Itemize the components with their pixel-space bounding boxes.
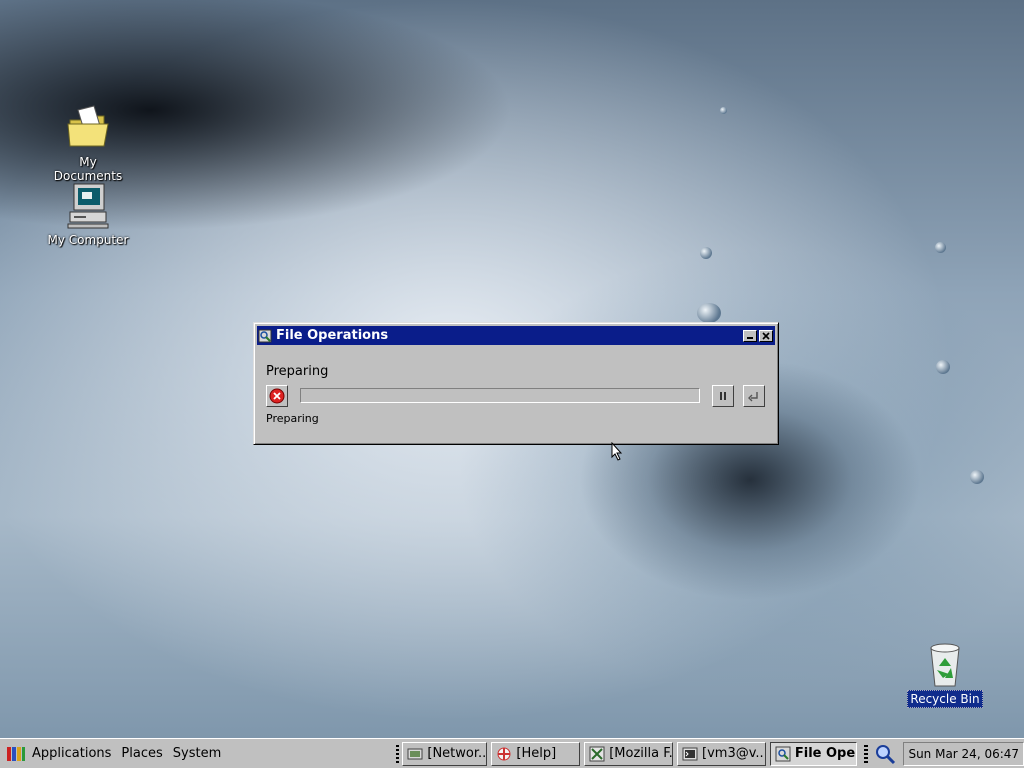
operation-heading: Preparing [266, 364, 329, 379]
file-manager-icon [258, 329, 272, 342]
taskbar-clock[interactable]: Sun Mar 24, 06:47 [903, 741, 1024, 766]
task-network[interactable]: [Networ... [402, 741, 488, 766]
search-button[interactable] [871, 742, 900, 766]
minimize-icon [747, 336, 753, 339]
task-file-operations[interactable]: File Oper... [769, 741, 857, 766]
water-drop [720, 107, 727, 114]
clock-text: Sun Mar 24, 06:47 [908, 746, 1020, 761]
desktop-icon-label: My Documents [53, 155, 123, 183]
desktop-icon-recycle-bin[interactable]: Recycle Bin [900, 640, 990, 708]
task-label: [vm3@v... [702, 746, 766, 761]
places-menu[interactable]: Places [116, 742, 167, 766]
applications-menu[interactable]: Applications [0, 742, 116, 766]
browser-icon [589, 746, 605, 761]
start-logo-icon [7, 746, 25, 761]
file-operations-dialog: File Operations Preparing Preparing [253, 322, 779, 445]
desktop-icon-my-documents[interactable]: My Documents [43, 104, 133, 184]
mouse-cursor-icon [611, 442, 623, 461]
operation-status: Preparing [266, 412, 319, 425]
applications-label: Applications [32, 746, 112, 761]
task-label: [Help] [516, 746, 557, 761]
help-icon [497, 747, 511, 760]
undo-button[interactable] [743, 385, 765, 407]
water-drop [936, 360, 950, 374]
water-drop [697, 303, 721, 323]
taskbar-grip-handle[interactable] [395, 744, 400, 763]
folder-icon [64, 104, 112, 152]
desktop-icon-my-computer[interactable]: My Computer [43, 182, 133, 248]
terminal-icon [682, 747, 698, 760]
pause-button[interactable] [712, 385, 734, 407]
water-drop [700, 247, 712, 259]
minimize-button[interactable] [743, 329, 757, 342]
task-help[interactable]: [Help] [491, 741, 581, 766]
close-icon [762, 331, 770, 340]
computer-icon [64, 182, 112, 230]
recycle-bin-icon [921, 640, 969, 688]
undo-icon [748, 392, 758, 402]
desktop-icon-label: My Computer [47, 233, 129, 247]
system-menu[interactable]: System [168, 742, 226, 766]
task-label: [Mozilla F... [609, 746, 673, 761]
places-label: Places [121, 746, 163, 761]
dialog-title: File Operations [276, 328, 389, 343]
taskbar: Applications Places System [Networ... [H… [0, 738, 1024, 768]
progress-bar [300, 388, 700, 403]
taskbar-grip-handle[interactable] [863, 744, 868, 763]
system-label: System [172, 746, 222, 761]
water-drop [935, 242, 946, 253]
task-terminal[interactable]: [vm3@v... [677, 741, 766, 766]
task-mozilla[interactable]: [Mozilla F... [584, 741, 674, 766]
search-icon [876, 744, 896, 764]
pause-icon [720, 392, 726, 400]
stop-button[interactable] [266, 385, 288, 407]
task-label: [Networ... [427, 746, 488, 761]
network-icon [407, 748, 423, 759]
file-manager-icon [775, 746, 791, 761]
stop-icon [269, 388, 285, 404]
task-label: File Oper... [794, 746, 856, 761]
close-button[interactable] [759, 329, 773, 342]
dialog-titlebar[interactable]: File Operations [257, 326, 775, 345]
desktop-icon-label: Recycle Bin [907, 690, 983, 708]
water-drop [970, 470, 984, 484]
